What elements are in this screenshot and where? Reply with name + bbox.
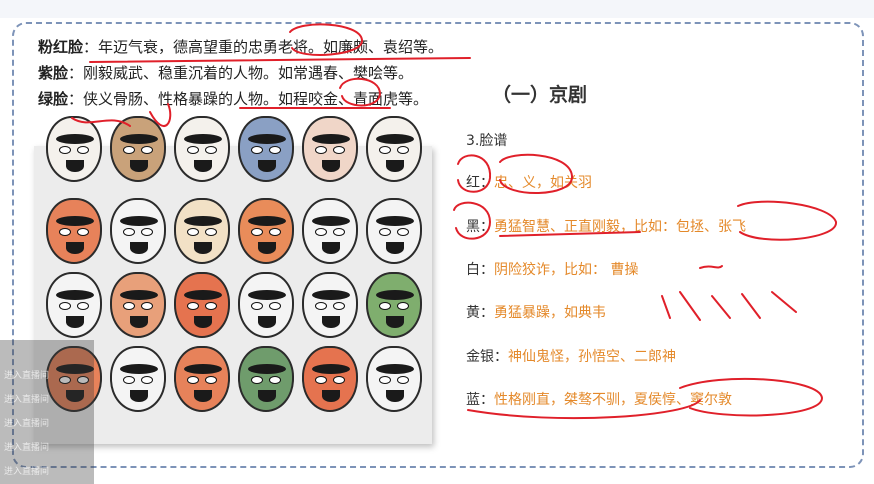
circle-annotation [453,201,492,240]
circle-annotation [499,153,574,195]
circle-annotation [339,77,382,107]
circle-annotation [679,377,824,417]
scribble-annotation [699,265,723,269]
underline-annotation [89,57,471,63]
handwriting-annotations [71,23,838,420]
underline-annotation [499,231,641,237]
scribble-annotation [71,103,172,127]
underline-annotation [467,399,701,420]
circle-annotation [457,154,492,193]
circle-annotation [737,200,838,241]
circle-annotation [289,23,363,56]
handwritten-note [661,291,797,321]
